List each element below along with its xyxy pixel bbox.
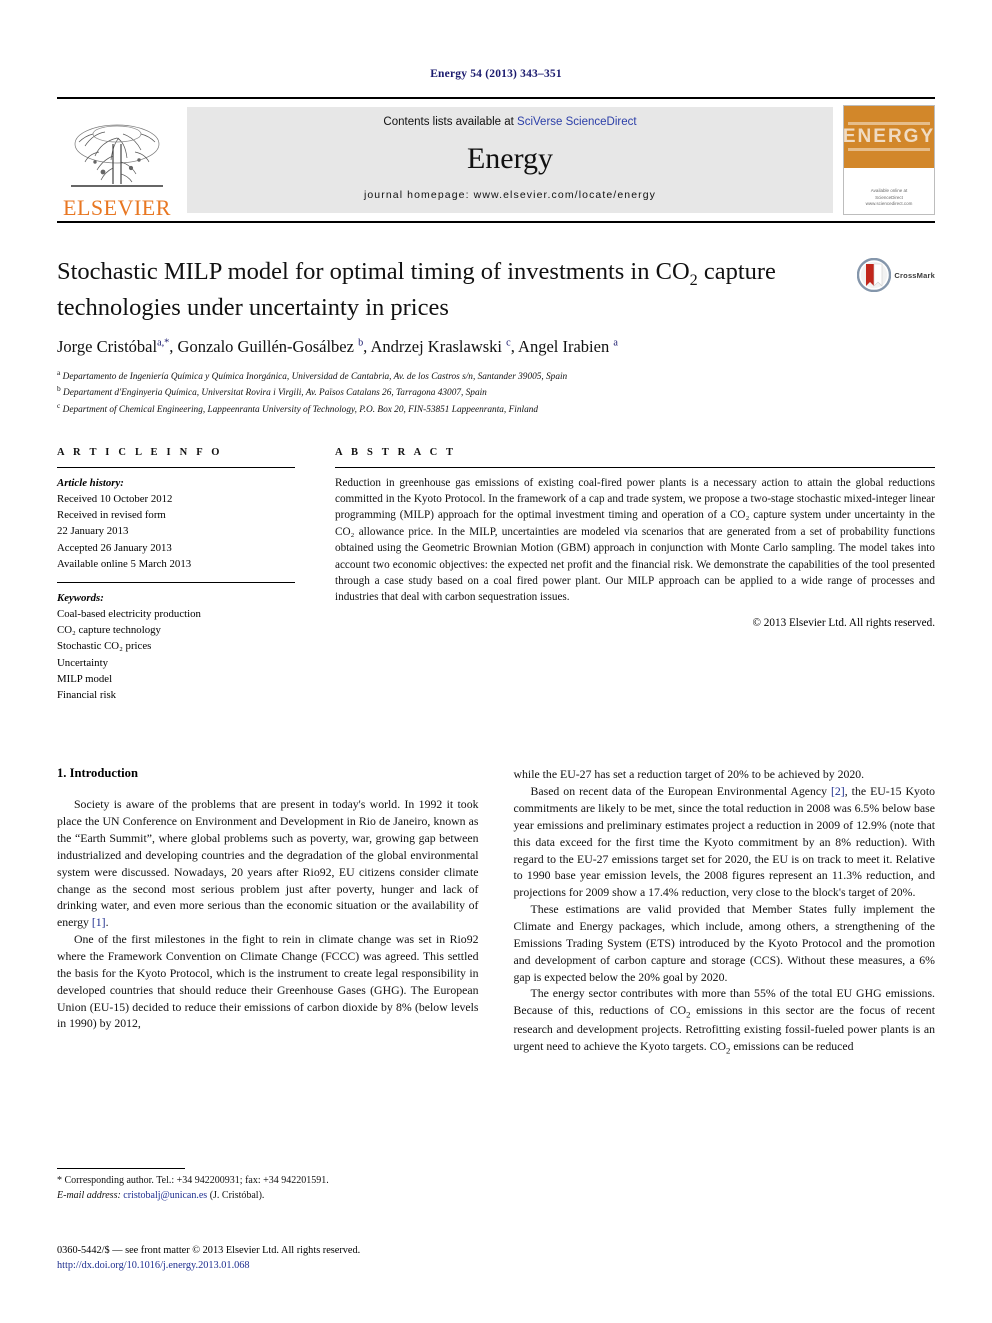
affiliation-text: Departamento de Ingeniería Química y Quí… <box>62 372 568 383</box>
sciencedirect-link[interactable]: SciVerse ScienceDirect <box>517 116 637 128</box>
journal-cover-thumbnail: ENERGY Available online at ScienceDirect w… <box>843 105 935 215</box>
issn-block: 0360-5442/$ — see front matter © 2013 El… <box>57 1243 527 1274</box>
corresponding-author-note: * Corresponding author. Tel.: +34 942200… <box>57 1175 329 1186</box>
paragraph: Based on recent data of the European Env… <box>513 784 936 900</box>
footnote-area: * Corresponding author. Tel.: +34 942200… <box>57 1168 482 1203</box>
page-title: Stochastic MILP model for optimal timing… <box>57 256 797 323</box>
abstract-copyright: © 2013 Elsevier Ltd. All rights reserved… <box>752 616 936 629</box>
article-page: Energy 54 (2013) 343–351 ELSEVIER Conten… <box>0 0 992 1323</box>
keyword-item: MILP model <box>57 672 113 685</box>
cover-bottom-panel: Available online at ScienceDirect www.scie… <box>844 168 934 214</box>
email-link[interactable]: cristobalj@unican.es <box>123 1190 207 1201</box>
doi-link[interactable]: http://dx.doi.org/10.1016/j.energy.2013.… <box>57 1258 527 1273</box>
keyword-item: Financial risk <box>57 689 117 702</box>
divider <box>57 581 295 583</box>
crossmark-icon <box>857 258 892 292</box>
article-history-label: Article history: <box>57 476 124 489</box>
affiliation-text: Departament d'Enginyeria Química, Univer… <box>63 388 487 399</box>
abstract-heading: A B S T R A C T <box>335 446 457 458</box>
crossmark-badge[interactable]: CrossMark <box>857 258 935 292</box>
body-right-column: while the EU-27 has set a reduction targ… <box>514 766 936 1186</box>
keyword-item: Coal-based electricity production <box>57 608 201 621</box>
title-part-1: Stochastic MILP model for optimal timing… <box>57 258 690 285</box>
body-left-column: 1. Introduction Society is aware of the … <box>57 766 479 1186</box>
contents-prefix: Contents lists available at <box>383 116 518 128</box>
affiliation-list: a Departamento de Ingeniería Química y Q… <box>57 368 935 417</box>
divider <box>335 466 935 468</box>
history-item: Received in revised form <box>57 509 166 522</box>
journal-title: Energy <box>466 141 554 175</box>
cover-title: ENERGY <box>842 126 936 147</box>
elsevier-logo: ELSEVIER <box>57 99 177 221</box>
journal-band: Contents lists available at SciVerse Sci… <box>187 107 833 213</box>
history-item: Accepted 26 January 2013 <box>57 541 172 554</box>
email-owner: (J. Cristóbal). <box>209 1189 265 1201</box>
elsevier-wordmark: ELSEVIER <box>63 195 171 220</box>
affiliation-item: c Department of Chemical Engineering, La… <box>57 400 539 415</box>
affiliation-item: a Departamento de Ingeniería Química y Q… <box>57 367 568 383</box>
divider <box>57 466 295 468</box>
abstract-column: A B S T R A C T Reduction in greenhouse … <box>335 447 935 703</box>
issn-line: 0360-5442/$ — see front matter © 2013 El… <box>57 1245 361 1256</box>
author-list: Jorge Cristóbala,*, Gonzalo Guillén-Gosá… <box>57 336 618 356</box>
history-item: 22 January 2013 <box>57 525 129 538</box>
keyword-item: CO₂ capture technology <box>57 624 161 637</box>
journal-homepage[interactable]: journal homepage: www.elsevier.com/locat… <box>364 189 656 201</box>
running-head: Energy 54 (2013) 343–351 <box>430 68 562 80</box>
keyword-item: Uncertainty <box>57 656 108 669</box>
contents-available-line: Contents lists available at SciVerse Sci… <box>383 116 636 128</box>
article-info-column: A R T I C L E I N F O Article history: R… <box>57 447 295 703</box>
elsevier-tree-icon <box>71 124 163 187</box>
body-columns: 1. Introduction Society is aware of the … <box>57 766 935 1186</box>
paragraph: while the EU-27 has set a reduction targ… <box>513 767 865 782</box>
cover-top-panel: ENERGY <box>842 106 936 168</box>
history-item: Received 10 October 2012 <box>57 492 173 505</box>
abstract-text: Reduction in greenhouse gas emissions of… <box>335 476 935 604</box>
article-info-heading: A R T I C L E I N F O <box>57 446 223 458</box>
email-label: E-mail address: <box>57 1189 121 1201</box>
citation-link[interactable]: [1] <box>92 915 106 929</box>
crossmark-label: CrossMark <box>894 270 935 280</box>
title-block: Stochastic MILP model for optimal timing… <box>57 256 935 417</box>
title-subscript: 2 <box>689 271 698 289</box>
info-abstract-section: A R T I C L E I N F O Article history: R… <box>57 447 935 703</box>
cover-sciencedirect-note: Available online at ScienceDirect www.scie… <box>865 187 913 207</box>
affiliation-item: b Departament d'Enginyeria Química, Univ… <box>57 384 487 399</box>
journal-masthead: ELSEVIER Contents lists available at Sci… <box>57 97 935 223</box>
paragraph: These estimations are valid provided tha… <box>513 902 936 984</box>
footnote-divider <box>57 1168 185 1169</box>
paragraph: One of the first milestones in the fight… <box>57 932 479 1031</box>
citation-link[interactable]: [2] <box>831 784 845 798</box>
history-item: Available online 5 March 2013 <box>57 557 192 570</box>
paragraph: The energy sector contributes with more … <box>513 986 936 1056</box>
paragraph: Society is aware of the problems that ar… <box>57 797 479 930</box>
email-note: E-mail address: cristobalj@unican.es (J.… <box>57 1189 482 1204</box>
keywords-label: Keywords: <box>57 591 104 604</box>
affiliation-text: Department of Chemical Engineering, Lapp… <box>62 404 539 415</box>
section-heading-introduction: 1. Introduction <box>57 766 138 781</box>
keyword-item: Stochastic CO₂ prices <box>57 640 152 653</box>
